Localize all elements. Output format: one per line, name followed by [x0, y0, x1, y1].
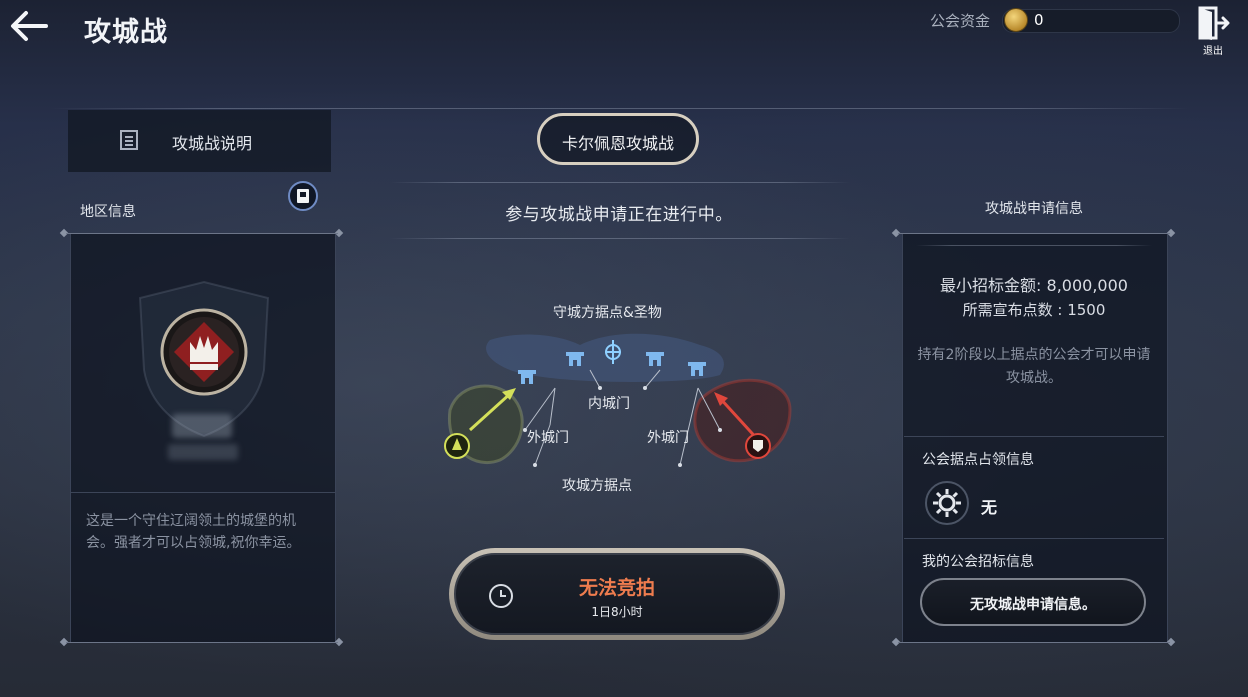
exit-door-icon — [1198, 6, 1230, 40]
right-panel-bottom-line — [898, 642, 1170, 643]
auction-button[interactable]: 无法竞拍 1日8小时 — [449, 548, 785, 640]
minimum-bid-text: 最小招标金额: 8,000,000 — [940, 276, 1128, 295]
guild-funds-label: 公会资金 — [930, 12, 991, 30]
document-icon — [120, 130, 138, 150]
application-requirement-note: 持有2阶段以上据点的公会才可以申请攻城战。 — [917, 347, 1151, 386]
outer-gate-left-label: 外城门 — [527, 430, 569, 446]
exit-label: 退出 — [1203, 46, 1223, 57]
my-guild-bid-title: 我的公会招标信息 — [922, 554, 1034, 570]
auction-remaining-time: 1日8小时 — [591, 605, 643, 619]
guild-funds-value: 0 — [1034, 11, 1044, 29]
siege-explanation-button[interactable]: 攻城战说明 — [68, 110, 331, 172]
left-panel-divider — [70, 492, 336, 493]
my-guild-bid-label: 无攻城战申请信息。 — [970, 597, 1096, 613]
outer-gate-right-label: 外城门 — [647, 430, 689, 446]
inner-gate-label: 内城门 — [588, 396, 630, 412]
gear-icon — [933, 489, 961, 517]
attacker-base-label: 攻城方据点 — [562, 478, 632, 494]
guild-funds-bar — [1002, 9, 1180, 33]
auction-button-inner: 无法竞拍 1日8小时 — [454, 553, 780, 635]
castle-tab[interactable]: 卡尔佩恩攻城战 — [537, 113, 699, 165]
guild-base-icon — [925, 481, 969, 525]
coin-icon — [1004, 8, 1028, 32]
siege-explanation-label: 攻城战说明 — [172, 134, 253, 153]
required-points-text: 所需宣布点数 : 1500 — [962, 301, 1106, 319]
top-divider — [50, 108, 1190, 109]
right-panel-divider — [904, 538, 1164, 539]
page-title: 攻城战 — [84, 17, 168, 48]
auction-status-label: 无法竞拍 — [578, 577, 655, 599]
guild-occupation-value: 无 — [981, 498, 998, 517]
center-top-divider — [390, 182, 850, 183]
right-panel-divider — [904, 436, 1164, 437]
my-guild-bid-button[interactable]: 无攻城战申请信息。 — [920, 578, 1146, 626]
exit-button[interactable]: 退出 — [1196, 6, 1230, 57]
region-description: 这是一个守住辽阔领土的城堡的机会。强者才可以占领城,祝你幸运。 — [86, 513, 301, 551]
defender-base-label: 守城方据点&圣物 — [553, 305, 662, 321]
left-panel-bottom-line — [66, 642, 338, 643]
region-guide-button[interactable] — [288, 181, 318, 211]
arrow-left-icon — [11, 11, 48, 41]
book-icon — [297, 189, 309, 203]
region-name-blurred — [172, 414, 232, 438]
guild-occupation-title: 公会据点占领信息 — [922, 452, 1034, 468]
region-info-title: 地区信息 — [80, 204, 136, 220]
status-divider — [390, 238, 850, 239]
application-status-text: 参与攻城战申请正在进行中。 — [505, 205, 733, 225]
castle-tab-label: 卡尔佩恩攻城战 — [561, 134, 674, 153]
back-button[interactable] — [8, 8, 52, 44]
application-info-title: 攻城战申请信息 — [985, 201, 1083, 217]
right-panel-inner-line — [916, 245, 1152, 246]
region-subtitle-blurred — [168, 444, 238, 460]
